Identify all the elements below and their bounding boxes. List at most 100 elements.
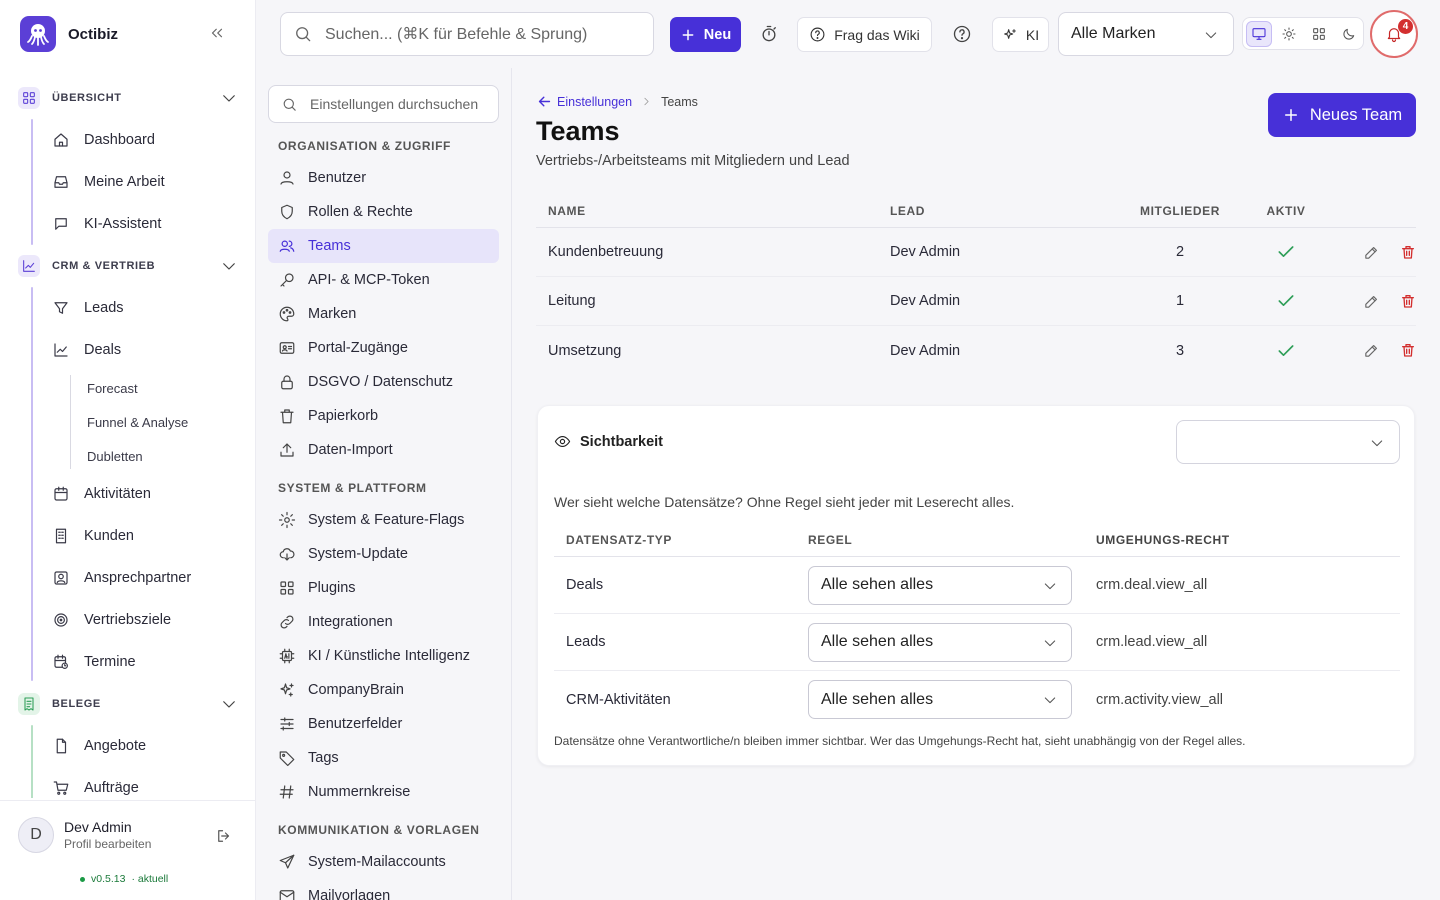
help-icon[interactable] (952, 24, 972, 44)
sidebar-item-contacts[interactable]: Ansprechpartner (0, 557, 256, 599)
moon-icon[interactable] (1336, 21, 1362, 47)
sidebar-nav: ÜBERSICHT Dashboard Meine Arbeit KI-Assi… (0, 78, 256, 798)
settings-item-ai[interactable]: KI / Künstliche Intelligenz (268, 639, 499, 673)
section-label: ÜBERSICHT (52, 92, 122, 104)
edit-pencil-icon[interactable] (1363, 342, 1380, 359)
rule-select[interactable]: Alle sehen alles (808, 622, 1072, 662)
visibility-footnote: Datensätze ohne Verantwortliche/n bleibe… (554, 734, 1246, 748)
edit-pencil-icon[interactable] (1363, 244, 1380, 261)
sun-icon[interactable] (1276, 21, 1302, 47)
settings-item-roles[interactable]: Rollen & Rechte (268, 195, 499, 229)
sidebar-subitem-funnel[interactable]: Funnel & Analyse (0, 405, 256, 439)
settings-item-trash[interactable]: Papierkorb (268, 399, 499, 433)
sidebar-item-leads[interactable]: Leads (0, 287, 256, 329)
sidebar-item-activities[interactable]: Aktivitäten (0, 473, 256, 515)
column-header[interactable]: NAME (536, 204, 890, 218)
sidebar-item-customers[interactable]: Kunden (0, 515, 256, 557)
arrow-left-icon (536, 93, 553, 110)
version-status: · aktuell (131, 873, 169, 885)
section-overview[interactable]: ÜBERSICHT (0, 78, 256, 119)
settings-item-gdpr[interactable]: DSGVO / Datenschutz (268, 365, 499, 399)
team-name: Leitung (548, 293, 596, 309)
subnav-rail (70, 375, 71, 469)
bypass-permission: crm.lead.view_all (1096, 634, 1208, 650)
sidebar-item-my-work[interactable]: Meine Arbeit (0, 161, 256, 203)
settings-item-tags[interactable]: Tags (268, 741, 499, 775)
breadcrumb-back-link[interactable]: Einstellungen (536, 93, 632, 110)
team-lead: Dev Admin (890, 244, 961, 260)
main-sidebar: Octibiz ÜBERSICHT Dashboard Meine Arbeit… (0, 0, 256, 900)
collapse-sidebar-icon[interactable] (208, 24, 226, 42)
section-documents[interactable]: BELEGE (0, 683, 256, 725)
settings-item-system-update[interactable]: System-Update (268, 537, 499, 571)
edit-pencil-icon[interactable] (1363, 293, 1380, 310)
sidebar-subitem-forecast[interactable]: Forecast (0, 371, 256, 405)
settings-item-data-import[interactable]: Daten-Import (268, 433, 499, 467)
ask-wiki-button[interactable]: Frag das Wiki (797, 17, 932, 52)
settings-item-users[interactable]: Benutzer (268, 161, 499, 195)
column-header[interactable]: MITGLIEDER (1110, 204, 1250, 218)
rule-select[interactable]: Alle sehen alles (808, 680, 1072, 719)
contact-card-icon (52, 569, 70, 587)
sidebar-item-dashboard[interactable]: Dashboard (0, 119, 256, 161)
settings-item-integrations[interactable]: Integrationen (268, 605, 499, 639)
sidebar-item-orders[interactable]: Aufträge (0, 767, 256, 798)
settings-item-api-tokens[interactable]: API- & MCP-Token (268, 263, 499, 297)
layout-grid-icon[interactable] (1306, 21, 1332, 47)
sidebar-item-deals[interactable]: Deals (0, 329, 256, 371)
settings-item-mail-templates[interactable]: Mailvorlagen (268, 879, 499, 900)
column-header[interactable]: AKTIV (1250, 204, 1322, 218)
sidebar-item-ai-assistant[interactable]: KI-Assistent (0, 203, 256, 245)
top-bar: Suchen... (⌘K für Befehle & Sprung) Neu … (256, 0, 1440, 68)
avatar[interactable]: D (18, 817, 54, 853)
users-icon (278, 237, 296, 255)
visibility-team-select[interactable] (1176, 420, 1400, 464)
settings-item-portal-access[interactable]: Portal-Zugänge (268, 331, 499, 365)
settings-item-plugins[interactable]: Plugins (268, 571, 499, 605)
notifications-button[interactable]: 4 (1370, 10, 1418, 58)
sliders-icon (278, 715, 296, 733)
table-row[interactable]: Umsetzung Dev Admin 3 (536, 326, 1416, 375)
inbox-icon (52, 173, 70, 191)
new-button[interactable]: Neu (670, 17, 741, 52)
visibility-card: Sichtbarkeit Wer sieht welche Datensätze… (537, 405, 1415, 766)
profile-link[interactable]: Profil bearbeiten (64, 837, 151, 851)
new-team-button[interactable]: Neues Team (1268, 93, 1416, 137)
table-row[interactable]: Kundenbetreuung Dev Admin 2 (536, 228, 1416, 277)
settings-item-brands[interactable]: Marken (268, 297, 499, 331)
settings-item-user-fields[interactable]: Benutzerfelder (268, 707, 499, 741)
chart-line-icon (18, 255, 40, 277)
delete-trash-icon[interactable] (1400, 293, 1416, 310)
settings-item-number-ranges[interactable]: Nummernkreise (268, 775, 499, 809)
plus-icon (680, 27, 696, 43)
brand-select[interactable]: Alle Marken (1058, 12, 1234, 56)
column-header[interactable]: LEAD (890, 204, 1110, 218)
sidebar-item-sales-goals[interactable]: Vertriebsziele (0, 599, 256, 641)
table-row[interactable]: Leitung Dev Admin 1 (536, 277, 1416, 326)
brand[interactable]: Octibiz (20, 16, 118, 52)
delete-trash-icon[interactable] (1400, 342, 1416, 359)
sidebar-item-appointments[interactable]: Termine (0, 641, 256, 683)
settings-item-companybrain[interactable]: CompanyBrain (268, 673, 499, 707)
sidebar-item-quotes[interactable]: Angebote (0, 725, 256, 767)
section-crm[interactable]: CRM & VERTRIEB (0, 245, 256, 287)
delete-trash-icon[interactable] (1400, 244, 1416, 261)
rule-select[interactable]: Alle sehen alles (808, 565, 1072, 605)
column-header: REGEL (808, 533, 853, 547)
check-icon (1276, 291, 1296, 311)
logout-icon[interactable] (215, 827, 233, 845)
sidebar-subitem-duplicates[interactable]: Dubletten (0, 439, 256, 473)
timer-icon[interactable] (759, 24, 779, 44)
version-info: v0.5.13 · aktuell (80, 873, 168, 885)
settings-item-system-mail[interactable]: System-Mailaccounts (268, 845, 499, 879)
settings-search-input[interactable]: Einstellungen durchsuchen (268, 85, 499, 123)
settings-item-system-flags[interactable]: System & Feature-Flags (268, 503, 499, 537)
check-icon (1276, 341, 1296, 361)
settings-item-teams[interactable]: Teams (268, 229, 499, 263)
ai-button[interactable]: KI (992, 17, 1049, 52)
monitor-icon[interactable] (1246, 20, 1272, 47)
send-icon (278, 853, 296, 871)
global-search-input[interactable]: Suchen... (⌘K für Befehle & Sprung) (280, 12, 654, 56)
team-name: Umsetzung (548, 342, 622, 359)
receipt-icon (18, 693, 40, 715)
